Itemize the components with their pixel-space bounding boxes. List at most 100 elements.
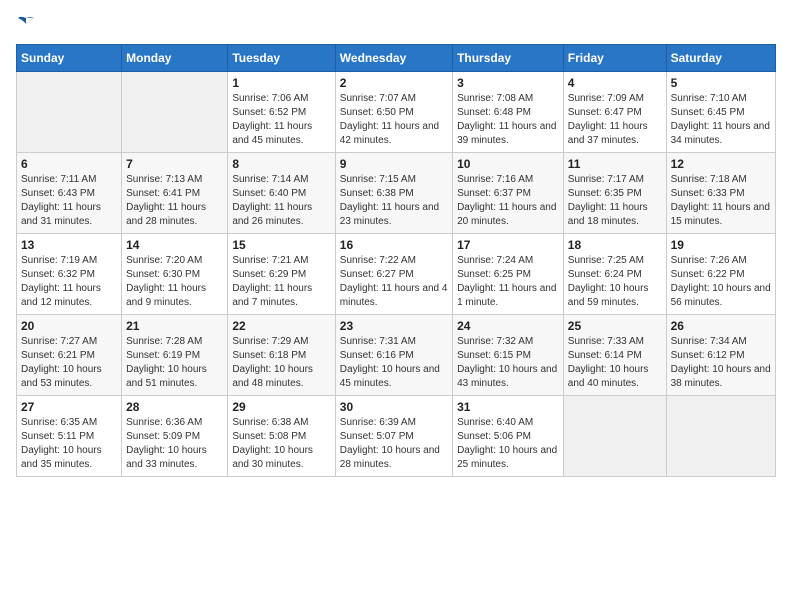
day-number: 5 [671, 76, 771, 90]
day-info: Sunrise: 7:19 AM Sunset: 6:32 PM Dayligh… [21, 254, 117, 310]
day-info: Sunrise: 7:22 AM Sunset: 6:27 PM Dayligh… [340, 254, 448, 310]
day-info: Sunrise: 7:28 AM Sunset: 6:19 PM Dayligh… [126, 335, 223, 391]
day-number: 15 [232, 238, 330, 252]
day-info: Sunrise: 7:15 AM Sunset: 6:38 PM Dayligh… [340, 173, 448, 229]
day-number: 2 [340, 76, 448, 90]
day-info: Sunrise: 7:31 AM Sunset: 6:16 PM Dayligh… [340, 335, 448, 391]
day-info: Sunrise: 7:33 AM Sunset: 6:14 PM Dayligh… [568, 335, 662, 391]
calendar-week-row: 20 Sunrise: 7:27 AM Sunset: 6:21 PM Dayli… [17, 315, 776, 396]
calendar-cell [666, 396, 775, 477]
day-info: Sunrise: 6:35 AM Sunset: 5:11 PM Dayligh… [21, 416, 117, 472]
day-info: Sunrise: 7:29 AM Sunset: 6:18 PM Dayligh… [232, 335, 330, 391]
day-number: 16 [340, 238, 448, 252]
weekday-header-sunday: Sunday [17, 45, 122, 72]
calendar-cell: 26 Sunrise: 7:34 AM Sunset: 6:12 PM Dayli… [666, 315, 775, 396]
calendar-cell: 24 Sunrise: 7:32 AM Sunset: 6:15 PM Dayli… [453, 315, 564, 396]
calendar-cell: 12 Sunrise: 7:18 AM Sunset: 6:33 PM Dayli… [666, 153, 775, 234]
day-info: Sunrise: 7:10 AM Sunset: 6:45 PM Dayligh… [671, 92, 771, 148]
calendar-cell: 13Sunrise: 7:19 AM Sunset: 6:32 PM Dayli… [17, 234, 122, 315]
calendar-cell: 25 Sunrise: 7:33 AM Sunset: 6:14 PM Dayli… [563, 315, 666, 396]
day-number: 22 [232, 319, 330, 333]
calendar-week-row: 1 Sunrise: 7:06 AM Sunset: 6:52 PM Daylig… [17, 72, 776, 153]
page-header [16, 16, 776, 32]
day-info: Sunrise: 6:39 AM Sunset: 5:07 PM Dayligh… [340, 416, 448, 472]
weekday-header-wednesday: Wednesday [335, 45, 452, 72]
day-number: 24 [457, 319, 559, 333]
day-number: 12 [671, 157, 771, 171]
calendar-cell: 17 Sunrise: 7:24 AM Sunset: 6:25 PM Dayli… [453, 234, 564, 315]
calendar-cell: 19 Sunrise: 7:26 AM Sunset: 6:22 PM Dayli… [666, 234, 775, 315]
calendar-cell: 28 Sunrise: 6:36 AM Sunset: 5:09 PM Dayli… [122, 396, 228, 477]
weekday-header-thursday: Thursday [453, 45, 564, 72]
day-number: 26 [671, 319, 771, 333]
calendar-cell: 16 Sunrise: 7:22 AM Sunset: 6:27 PM Dayli… [335, 234, 452, 315]
calendar-week-row: 27 Sunrise: 6:35 AM Sunset: 5:11 PM Dayli… [17, 396, 776, 477]
day-number: 3 [457, 76, 559, 90]
calendar-cell: 1 Sunrise: 7:06 AM Sunset: 6:52 PM Daylig… [228, 72, 335, 153]
weekday-header-saturday: Saturday [666, 45, 775, 72]
day-number: 31 [457, 400, 559, 414]
day-info: Sunrise: 7:34 AM Sunset: 6:12 PM Dayligh… [671, 335, 771, 391]
day-number: 27 [21, 400, 117, 414]
calendar-cell: 21 Sunrise: 7:28 AM Sunset: 6:19 PM Dayli… [122, 315, 228, 396]
day-number: 17 [457, 238, 559, 252]
day-info: Sunrise: 7:11 AM Sunset: 6:43 PM Dayligh… [21, 173, 117, 229]
day-info: Sunrise: 7:16 AM Sunset: 6:37 PM Dayligh… [457, 173, 559, 229]
day-number: 25 [568, 319, 662, 333]
calendar-cell: 18Sunrise: 7:25 AM Sunset: 6:24 PM Dayli… [563, 234, 666, 315]
day-info: Sunrise: 7:27 AM Sunset: 6:21 PM Dayligh… [21, 335, 117, 391]
calendar-cell: 9 Sunrise: 7:15 AM Sunset: 6:38 PM Daylig… [335, 153, 452, 234]
calendar-cell: 29 Sunrise: 6:38 AM Sunset: 5:08 PM Dayli… [228, 396, 335, 477]
day-number: 19 [671, 238, 771, 252]
day-number: 21 [126, 319, 223, 333]
weekday-header-friday: Friday [563, 45, 666, 72]
day-info: Sunrise: 6:36 AM Sunset: 5:09 PM Dayligh… [126, 416, 223, 472]
day-info: Sunrise: 7:07 AM Sunset: 6:50 PM Dayligh… [340, 92, 448, 148]
calendar-cell: 2 Sunrise: 7:07 AM Sunset: 6:50 PM Daylig… [335, 72, 452, 153]
calendar-cell [563, 396, 666, 477]
calendar-week-row: 6 Sunrise: 7:11 AM Sunset: 6:43 PM Daylig… [17, 153, 776, 234]
day-info: Sunrise: 7:24 AM Sunset: 6:25 PM Dayligh… [457, 254, 559, 310]
calendar-header-row: SundayMondayTuesdayWednesdayThursdayFrid… [17, 45, 776, 72]
calendar-cell: 4 Sunrise: 7:09 AM Sunset: 6:47 PM Daylig… [563, 72, 666, 153]
day-number: 6 [21, 157, 117, 171]
day-number: 4 [568, 76, 662, 90]
day-info: Sunrise: 7:21 AM Sunset: 6:29 PM Dayligh… [232, 254, 330, 310]
day-info: Sunrise: 7:06 AM Sunset: 6:52 PM Dayligh… [232, 92, 330, 148]
day-info: Sunrise: 7:18 AM Sunset: 6:33 PM Dayligh… [671, 173, 771, 229]
calendar-cell: 6 Sunrise: 7:11 AM Sunset: 6:43 PM Daylig… [17, 153, 122, 234]
day-number: 7 [126, 157, 223, 171]
calendar-cell: 11 Sunrise: 7:17 AM Sunset: 6:35 PM Dayli… [563, 153, 666, 234]
day-info: Sunrise: 7:17 AM Sunset: 6:35 PM Dayligh… [568, 173, 662, 229]
calendar-cell: 15 Sunrise: 7:21 AM Sunset: 6:29 PM Dayli… [228, 234, 335, 315]
day-info: Sunrise: 6:40 AM Sunset: 5:06 PM Dayligh… [457, 416, 559, 472]
weekday-header-tuesday: Tuesday [228, 45, 335, 72]
calendar-cell: 8 Sunrise: 7:14 AM Sunset: 6:40 PM Daylig… [228, 153, 335, 234]
calendar-cell: 23 Sunrise: 7:31 AM Sunset: 6:16 PM Dayli… [335, 315, 452, 396]
logo-bird-icon [16, 16, 36, 32]
calendar-table: SundayMondayTuesdayWednesdayThursdayFrid… [16, 44, 776, 477]
day-info: Sunrise: 7:13 AM Sunset: 6:41 PM Dayligh… [126, 173, 223, 229]
day-number: 20 [21, 319, 117, 333]
day-number: 11 [568, 157, 662, 171]
logo [16, 16, 36, 32]
calendar-cell: 3Sunrise: 7:08 AM Sunset: 6:48 PM Daylig… [453, 72, 564, 153]
weekday-header-monday: Monday [122, 45, 228, 72]
calendar-cell: 5 Sunrise: 7:10 AM Sunset: 6:45 PM Daylig… [666, 72, 775, 153]
day-info: Sunrise: 7:14 AM Sunset: 6:40 PM Dayligh… [232, 173, 330, 229]
day-number: 28 [126, 400, 223, 414]
day-number: 18 [568, 238, 662, 252]
day-number: 9 [340, 157, 448, 171]
day-number: 8 [232, 157, 330, 171]
day-info: Sunrise: 6:38 AM Sunset: 5:08 PM Dayligh… [232, 416, 330, 472]
day-info: Sunrise: 7:26 AM Sunset: 6:22 PM Dayligh… [671, 254, 771, 310]
calendar-week-row: 13Sunrise: 7:19 AM Sunset: 6:32 PM Dayli… [17, 234, 776, 315]
calendar-cell [122, 72, 228, 153]
day-info: Sunrise: 7:09 AM Sunset: 6:47 PM Dayligh… [568, 92, 662, 148]
day-info: Sunrise: 7:32 AM Sunset: 6:15 PM Dayligh… [457, 335, 559, 391]
day-number: 23 [340, 319, 448, 333]
calendar-cell: 27 Sunrise: 6:35 AM Sunset: 5:11 PM Dayli… [17, 396, 122, 477]
day-number: 29 [232, 400, 330, 414]
day-number: 1 [232, 76, 330, 90]
calendar-cell: 30Sunrise: 6:39 AM Sunset: 5:07 PM Dayli… [335, 396, 452, 477]
